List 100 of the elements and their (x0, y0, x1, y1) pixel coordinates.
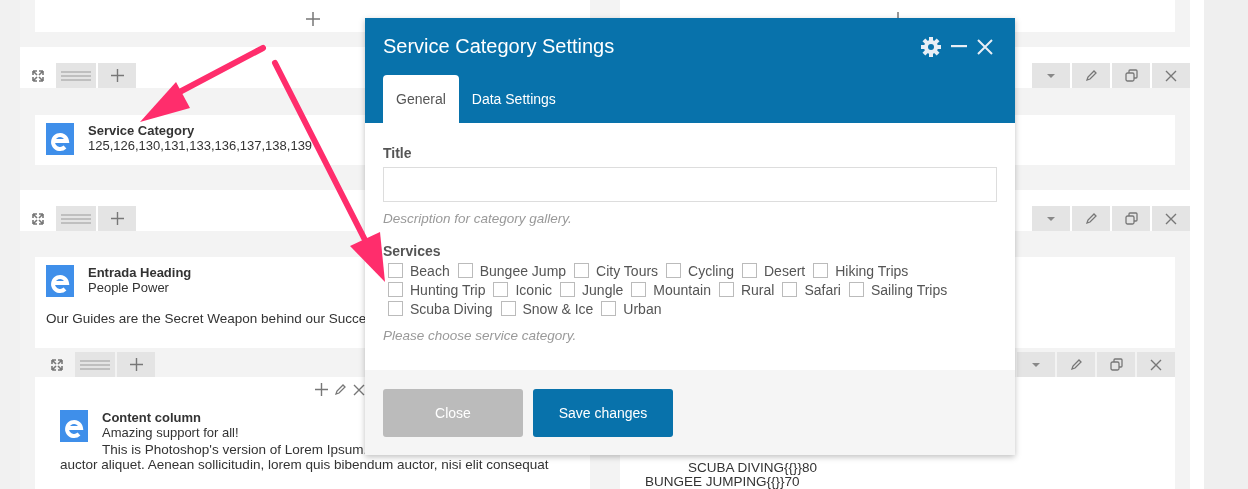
drag-handle-button[interactable] (56, 63, 96, 88)
checkbox-label[interactable]: Jungle (582, 282, 624, 298)
edit-button[interactable] (1057, 352, 1095, 377)
minimize-icon[interactable] (951, 45, 967, 48)
checkbox[interactable] (848, 282, 864, 297)
checkbox-label[interactable]: Desert (764, 263, 806, 279)
checkbox-label[interactable]: Hiking Trips (835, 263, 909, 279)
menu-icon (61, 70, 91, 81)
checkbox[interactable] (560, 282, 576, 297)
checkbox[interactable] (574, 263, 590, 278)
element-subtitle: 125,126,130,131,133,136,137,138,139 (88, 138, 313, 154)
dropdown-button[interactable] (1017, 352, 1055, 377)
caret-icon (1047, 216, 1055, 221)
settings-icon[interactable] (921, 36, 941, 57)
checkbox[interactable] (388, 263, 403, 278)
e-logo-icon (46, 123, 74, 155)
field-description: Description for category gallery. (383, 211, 573, 226)
element-title: Service Category (88, 123, 196, 138)
tab[interactable]: Data Settings (458, 75, 569, 123)
checkbox-label[interactable]: Urban (623, 301, 662, 317)
body-text: auctor aliquet. Aenean sollicitudin, lorem quis bibendum auctor, nisi elit consequat (60, 457, 549, 472)
plus-icon (110, 212, 124, 225)
checkbox[interactable] (493, 282, 509, 297)
expand-icon[interactable] (32, 212, 44, 225)
checkbox-label[interactable]: Mountain (653, 282, 711, 298)
edit-button[interactable] (1072, 206, 1110, 231)
e-logo-icon (60, 410, 88, 442)
add-button[interactable] (98, 63, 136, 88)
pencil-icon (1084, 69, 1098, 82)
checkbox[interactable] (388, 301, 403, 316)
checkbox-label[interactable]: Safari (804, 282, 841, 298)
plus-icon (129, 358, 143, 371)
delete-button[interactable] (1152, 206, 1190, 231)
checkbox-label[interactable]: Iconic (515, 282, 553, 298)
checkbox[interactable] (666, 263, 682, 278)
menu-icon (80, 359, 110, 370)
checkbox-label[interactable]: City Tours (596, 263, 659, 279)
copy-icon (1124, 212, 1138, 225)
checkbox[interactable] (457, 263, 473, 278)
checkbox[interactable] (388, 282, 403, 297)
element-text: Our Guides are the Secret Weapon behind our Succe (46, 311, 367, 326)
drag-handle-button[interactable] (56, 206, 96, 231)
copy-icon (1109, 358, 1123, 371)
tab[interactable]: General (383, 75, 459, 123)
checkbox[interactable] (631, 282, 647, 297)
checkbox-label[interactable]: Rural (740, 282, 775, 298)
save-button[interactable]: Save changes (533, 388, 673, 437)
field-description: Please choose service category. (383, 328, 578, 343)
element-subtitle: Amazing support for all! (102, 425, 239, 441)
duplicate-button[interactable] (1097, 352, 1135, 377)
checkbox[interactable] (813, 263, 829, 278)
plus-icon (110, 69, 124, 82)
pencil-icon (1069, 358, 1083, 371)
edit-button[interactable] (1072, 63, 1110, 88)
drag-handle-button[interactable] (75, 352, 115, 377)
pencil-icon[interactable] (334, 383, 347, 396)
field-label: Services (383, 243, 442, 259)
checkbox-label[interactable]: Beach (410, 263, 450, 279)
element-subtitle: People Power (88, 280, 170, 296)
dropdown-button[interactable] (1032, 206, 1070, 231)
plus-icon[interactable] (305, 12, 320, 26)
menu-icon (61, 213, 91, 224)
body-text: This is Photoshop's version of Lorem Ipsum. (102, 442, 368, 457)
checkbox-label[interactable]: Sailing Trips (870, 282, 948, 298)
expand-icon[interactable] (51, 358, 63, 371)
text-line: BUNGEE JUMPING{{}}70 (645, 475, 800, 489)
duplicate-button[interactable] (1112, 206, 1150, 231)
element-title: Entrada Heading (88, 265, 192, 280)
checkbox[interactable] (782, 282, 798, 297)
dropdown-button[interactable] (1032, 63, 1070, 88)
checkbox[interactable] (500, 301, 516, 316)
copy-icon (1124, 69, 1138, 82)
checkbox-label[interactable]: Snow & Ice (522, 301, 594, 317)
checkbox[interactable] (601, 301, 617, 316)
delete-button[interactable] (1137, 352, 1175, 377)
caret-icon (1047, 73, 1055, 78)
delete-button[interactable] (1152, 63, 1190, 88)
close-icon (1165, 69, 1177, 82)
checkbox-label[interactable]: Scuba Diving (410, 301, 493, 317)
close-icon (1150, 358, 1162, 371)
dialog-title: Service Category Settings (383, 35, 615, 58)
add-button[interactable] (98, 206, 136, 231)
expand-icon[interactable] (32, 69, 44, 82)
title-input[interactable] (383, 167, 997, 202)
e-logo-icon (46, 265, 74, 297)
checkbox[interactable] (718, 282, 734, 297)
plus-icon[interactable] (315, 383, 328, 396)
checkbox-label[interactable]: Cycling (688, 263, 734, 279)
pencil-icon (1084, 212, 1098, 225)
checkbox-label[interactable]: Bungee Jump (479, 263, 567, 279)
caret-icon (1032, 362, 1040, 367)
add-button[interactable] (117, 352, 155, 377)
checkbox-label[interactable]: Hunting Trip (410, 282, 486, 298)
element-title: Content column (102, 410, 202, 425)
text-line: SCUBA DIVING{{}}80 (688, 461, 818, 475)
checkbox[interactable] (742, 263, 757, 278)
field-label: Title (383, 145, 413, 161)
duplicate-button[interactable] (1112, 63, 1150, 88)
close-icon (1165, 212, 1177, 225)
close-icon[interactable] (353, 383, 365, 396)
